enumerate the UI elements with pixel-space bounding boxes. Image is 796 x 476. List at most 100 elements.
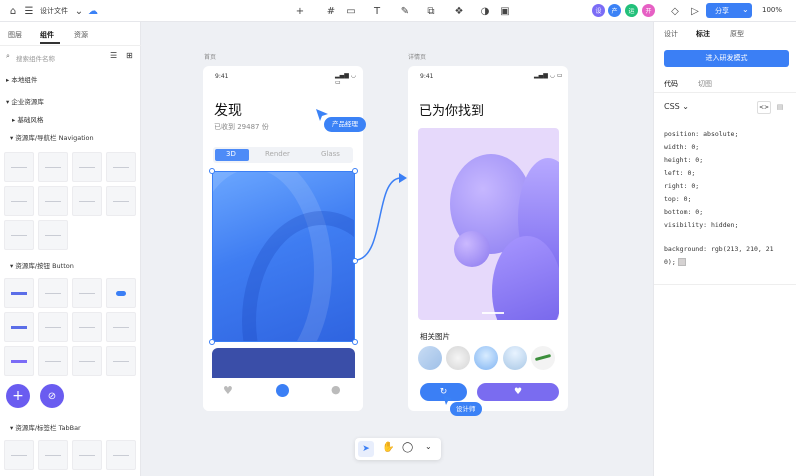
menu-icon[interactable]: ☰ [22,4,36,18]
component-thumb[interactable] [106,278,136,308]
chevron-down-icon[interactable]: ⌄ [72,4,86,18]
thumbnail[interactable] [503,346,527,370]
add-library-icon[interactable]: ⊞ [126,51,133,60]
component-thumb[interactable] [38,220,68,250]
tab-slice[interactable]: 切图 [698,79,712,89]
prototype-connector[interactable] [355,170,410,265]
component-thumb[interactable] [38,312,68,342]
component-thumb[interactable] [72,278,102,308]
hand-tool-icon[interactable]: ✋ [382,442,394,453]
component-thumb[interactable] [4,346,34,376]
play-icon[interactable]: ▷ [688,4,702,18]
tab-prototype[interactable]: 原型 [730,29,744,39]
code-view-icon[interactable]: <> [757,101,771,114]
thumbnail[interactable] [531,346,555,370]
component-thumb[interactable]: + [4,382,34,412]
bookmark-icon[interactable]: ◇ [668,4,682,18]
avatar[interactable]: 开 [642,4,655,17]
avatar[interactable]: 产 [608,4,621,17]
section-button[interactable]: ▾ 资源库/按钮 Button [10,260,74,270]
comment-tool-icon[interactable]: ◯ [402,442,413,453]
section-tabbar[interactable]: ▾ 资源库/标签栏 TabBar [10,422,81,432]
component-thumb[interactable] [106,186,136,216]
dev-mode-button[interactable]: 进入研发模式 [664,50,789,67]
component-thumb[interactable] [38,152,68,182]
tab-design[interactable]: 设计 [664,29,678,39]
zoom-level[interactable]: 100% [762,6,782,14]
section-nav[interactable]: ▾ 资源库/导航栏 Navigation [10,132,94,142]
tab-components[interactable]: 组件 [40,30,54,40]
text-icon[interactable]: T [370,4,384,18]
detail-frame[interactable]: 9:41 ▂▄▆ ◡ ▭ 已为你找到 相关图片 ↻ ♥ [408,66,568,411]
pen-icon[interactable]: ✎ [398,4,412,18]
resize-handle[interactable] [209,339,215,345]
component-thumb[interactable] [4,220,34,250]
detail-image[interactable] [418,128,559,320]
avatar[interactable]: 设 [592,4,605,17]
signal-icon: ▂▄▆ ◡ ▭ [534,72,563,79]
component-thumb[interactable] [72,152,102,182]
segment-3d[interactable]: 3D [215,149,249,161]
component-thumb[interactable] [106,312,136,342]
component-thumb[interactable] [72,312,102,342]
section-basic[interactable]: ▸ 基础风格 [12,114,43,124]
mask-icon[interactable]: ◑ [478,4,492,18]
component-icon[interactable]: ❖ [452,4,466,18]
tab-layers[interactable]: 图层 [8,30,22,40]
component-thumb[interactable] [4,186,34,216]
share-button[interactable]: 分享 ⌄ [706,3,752,18]
tab-assets[interactable]: 资源 [74,30,88,40]
search-input[interactable]: ⌕ 搜索组件名称 [6,51,111,64]
chevron-down-icon[interactable]: ⌄ [425,442,432,451]
rectangle-icon[interactable]: ▭ [344,4,358,18]
heart-icon[interactable]: ♥ [223,384,233,397]
frame-label[interactable]: 首页 [204,52,216,61]
tab-annotate[interactable]: 标注 [696,29,710,39]
copy-icon[interactable]: ▤ [773,101,787,114]
select-tool-icon[interactable]: ➤ [358,441,374,457]
chevron-down-icon[interactable]: ⌄ [742,5,749,14]
add-icon[interactable]: + [291,4,309,18]
list-view-icon[interactable]: ☰ [110,51,117,60]
component-thumb[interactable] [4,440,34,470]
component-thumb[interactable] [72,440,102,470]
component-thumb[interactable] [38,440,68,470]
segment-glass[interactable]: Glass [321,150,340,158]
thumbnail[interactable] [446,346,470,370]
segment-render[interactable]: Render [265,150,290,158]
resize-handle[interactable] [352,339,358,345]
component-thumb[interactable] [38,278,68,308]
bottom-toolbar: ➤ ✋ ◯ ⌄ [355,438,441,460]
plugin-icon[interactable]: ▣ [498,4,512,18]
component-thumb[interactable]: ⊘ [38,382,68,412]
like-button[interactable]: ♥ [477,383,559,401]
component-thumb[interactable] [4,312,34,342]
language-select[interactable]: CSS ⌄ [664,102,704,114]
avatar-label: 运 [628,8,635,15]
section-tabbar-label: 资源库/标签栏 TabBar [15,424,81,432]
frame-label[interactable]: 详情页 [408,52,426,61]
thumbnail[interactable] [474,346,498,370]
home-icon[interactable]: ⌂ [6,4,20,18]
boolean-icon[interactable]: ⧉ [424,4,438,18]
component-thumb[interactable] [38,346,68,376]
user-icon[interactable]: ● [331,383,341,396]
component-thumb[interactable] [38,186,68,216]
avatar[interactable]: 运 [625,4,638,17]
component-thumb[interactable] [106,346,136,376]
color-swatch[interactable] [678,258,686,266]
component-thumb[interactable] [106,152,136,182]
section-local[interactable]: ▸ 本地组件 [6,74,37,84]
component-thumb[interactable] [72,186,102,216]
component-thumb[interactable] [106,440,136,470]
component-thumb[interactable] [72,346,102,376]
section-enterprise[interactable]: ▾ 企业资源库 [6,96,44,106]
frame-icon[interactable]: # [324,4,338,18]
component-thumb[interactable] [4,278,34,308]
resize-handle[interactable] [209,168,215,174]
thumbnail[interactable] [418,346,442,370]
component-thumb[interactable] [4,152,34,182]
tab-code[interactable]: 代码 [664,79,678,89]
compass-icon[interactable] [276,384,289,397]
file-title[interactable]: 设计文件 [40,6,68,16]
